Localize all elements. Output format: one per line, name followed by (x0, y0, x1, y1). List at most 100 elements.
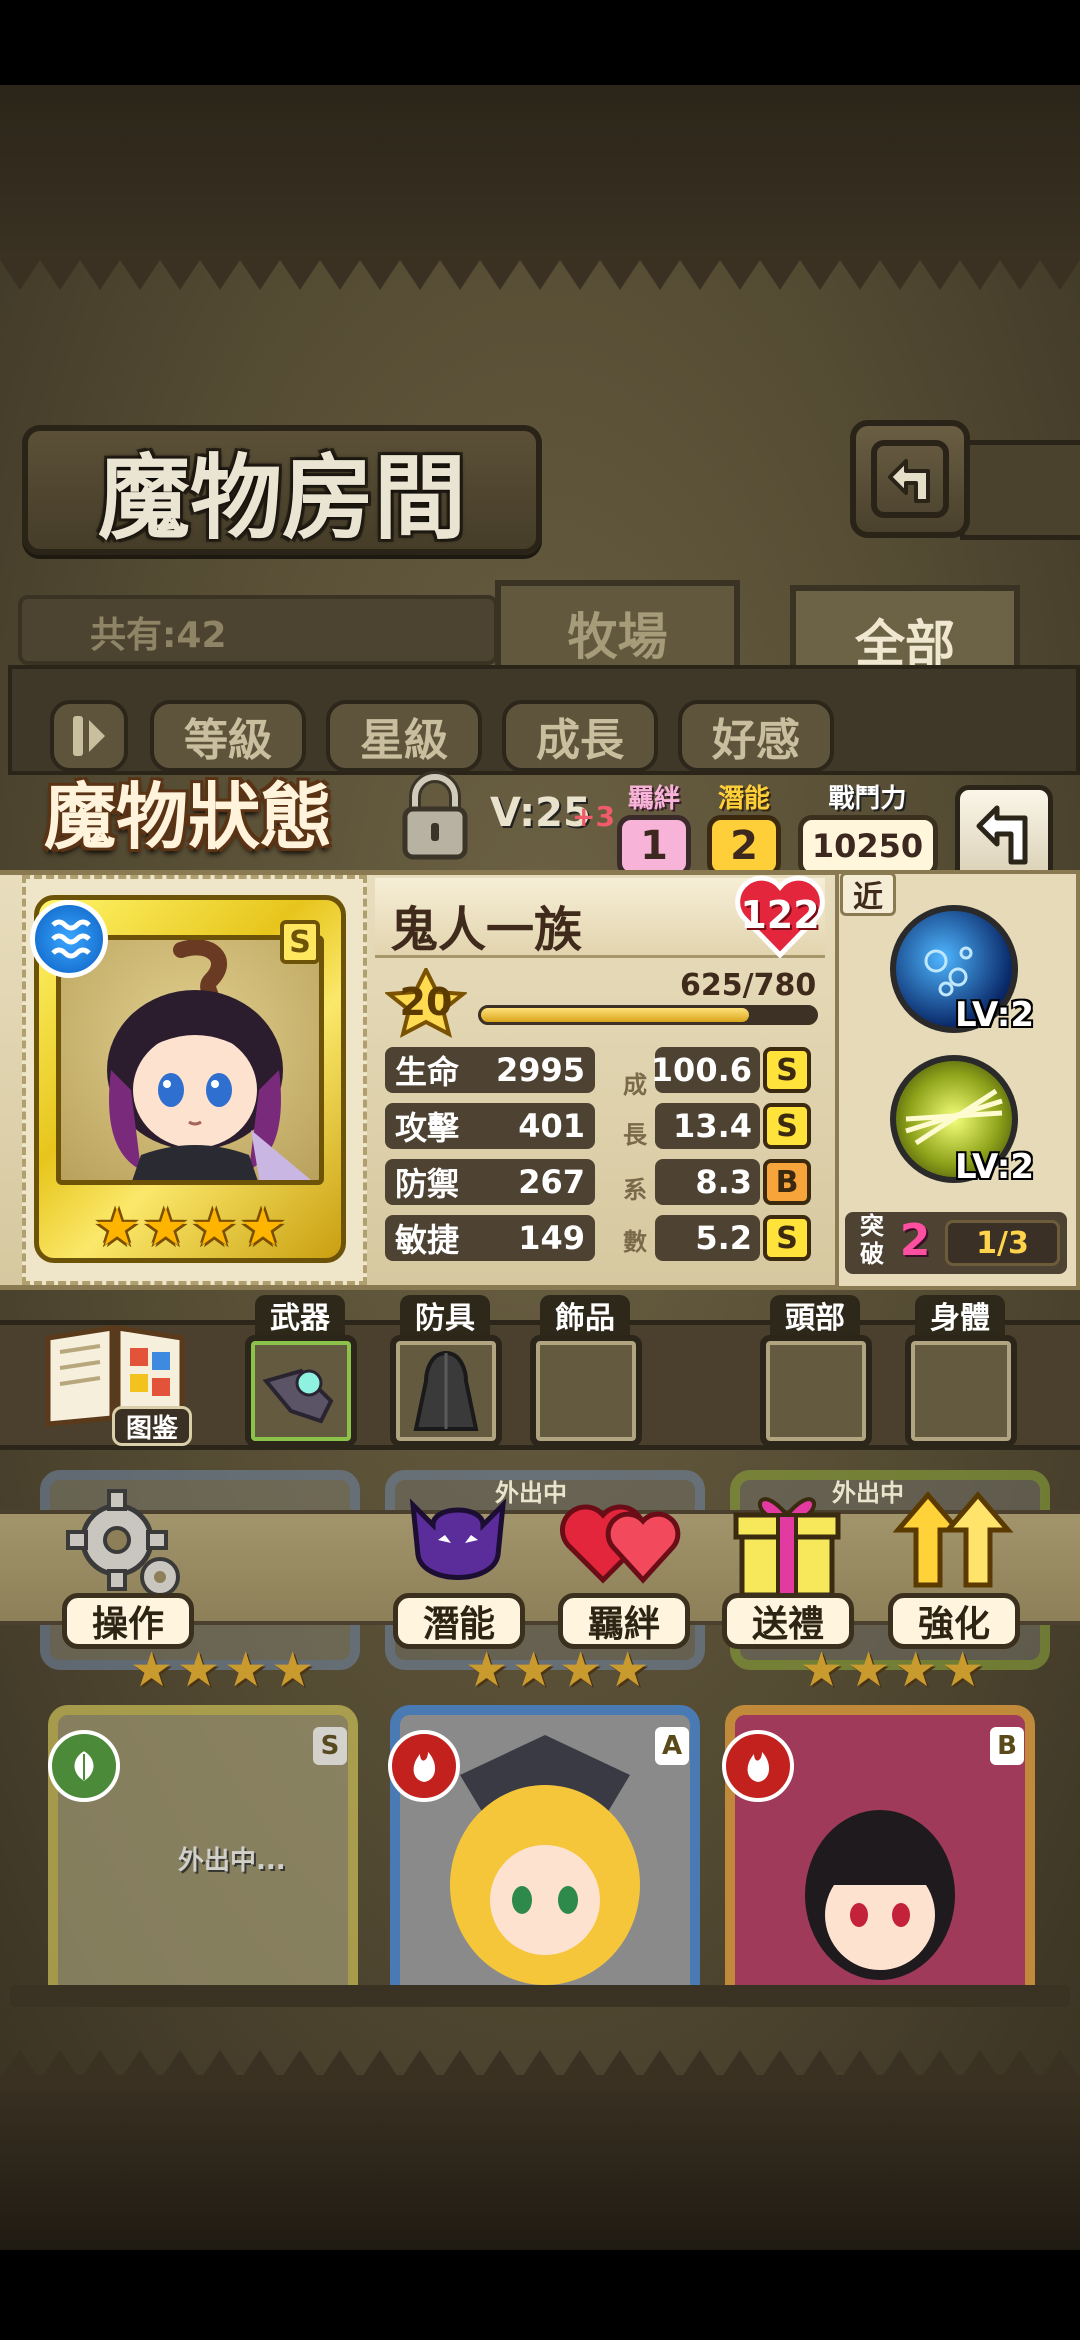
grid-bottom-rail (10, 1985, 1070, 2007)
stat-value: 267 (518, 1163, 585, 1201)
card-rank: B (990, 1727, 1024, 1765)
lock-icon[interactable] (385, 765, 485, 865)
star-icon: ★ (512, 1642, 556, 1698)
growth-label-char: 系 (623, 1176, 647, 1204)
star-icon: ★ (559, 1642, 603, 1698)
stat-row-attack: 攻擊 401 (385, 1103, 595, 1149)
card-rank: S (313, 1727, 347, 1765)
stat-label: 攻擊 (395, 1109, 460, 1147)
star-icon: ★ (847, 1642, 891, 1698)
leaf-glyph (72, 1748, 96, 1784)
action-label: 送禮 (722, 1593, 854, 1649)
equip-slot-head[interactable] (760, 1335, 872, 1447)
power-label: 戰鬥力 (828, 784, 907, 814)
upgrade-arrows-icon (892, 1491, 1014, 1588)
breakthrough-value: 2 (899, 1215, 931, 1266)
sort-order-icon (73, 716, 105, 756)
star-icon: ★ (941, 1642, 985, 1698)
action-enhance-button[interactable]: 強化 (888, 1485, 1020, 1649)
star-icon: ★ (191, 1198, 238, 1258)
flame-glyph (413, 1752, 436, 1782)
growth-grade-badge: S (763, 1047, 811, 1093)
growth-value: 8.3 (655, 1159, 760, 1205)
stat-row-agility: 敏捷 149 (385, 1215, 595, 1261)
fire-icon (722, 1730, 794, 1802)
breakthrough-progress: 1/3 (945, 1220, 1060, 1266)
skill-level: LV:2 (955, 1147, 1035, 1187)
status-title: 魔物狀態 (43, 773, 332, 859)
action-operate-button[interactable]: 操作 (62, 1485, 194, 1649)
action-gift-button[interactable]: 送禮 (722, 1485, 854, 1649)
star-icon: ★ (465, 1642, 509, 1698)
card-stars: ★ ★ ★ ★ (800, 1642, 984, 1698)
flame-glyph (747, 1752, 770, 1782)
skill-level: LV:2 (955, 995, 1035, 1035)
back-button[interactable] (850, 420, 970, 538)
cloak-icon (413, 1350, 479, 1431)
exp-text: 625/780 (680, 968, 817, 1003)
level-number: 20 (399, 980, 453, 1024)
zigzag-border-top (0, 250, 1080, 290)
growth-value: 100.6 (651, 1047, 760, 1093)
hearts-icon (559, 1504, 681, 1584)
away-status: 外出中... (178, 1846, 286, 1876)
gauntlet-icon (262, 1368, 334, 1424)
equip-slot-body[interactable] (905, 1335, 1017, 1447)
action-label: 強化 (888, 1593, 1020, 1649)
bond-value: 1 (617, 815, 691, 877)
star-icon: ★ (224, 1642, 268, 1698)
action-bond-button[interactable]: 羈絆 (558, 1485, 690, 1649)
star-icon: ★ (177, 1642, 221, 1698)
monster-level-plus: +3 (572, 800, 615, 833)
action-label: 羈絆 (558, 1593, 690, 1649)
equip-slot-armor[interactable] (390, 1335, 502, 1447)
card-stars: ★ ★ ★ ★ (465, 1642, 649, 1698)
bond-chip: 羈絆 1 (612, 778, 696, 877)
star-icon: ★ (800, 1642, 844, 1698)
star-icon: ★ (93, 1198, 141, 1258)
growth-label-char: 成 (623, 1071, 647, 1099)
equip-slot-weapon[interactable] (245, 1335, 357, 1447)
equip-slot-label: 武器 (255, 1295, 345, 1336)
zigzag-border-bottom (0, 2050, 1080, 2090)
growth-label-char: 數 (623, 1228, 647, 1256)
potential-chip: 潛能 2 (702, 778, 786, 877)
equip-slot-label: 身體 (915, 1295, 1005, 1336)
growth-value: 5.2 (655, 1215, 760, 1261)
card-rank: A (655, 1727, 689, 1765)
monster-name: 鬼人一族 (390, 902, 583, 958)
growth-grade-badge: S (763, 1103, 811, 1149)
rank-badge: S (280, 920, 320, 964)
potential-value: 2 (707, 815, 781, 877)
affection-value: 122 (740, 893, 820, 937)
equip-slot-accessory[interactable] (530, 1335, 642, 1447)
sort-by-affection-button[interactable]: 好感 (678, 700, 834, 772)
growth-label-char: 長 (623, 1121, 647, 1149)
power-chip: 戰鬥力 10250 (795, 778, 940, 877)
equip-slot-label: 飾品 (540, 1295, 630, 1336)
codex-button[interactable]: 图鉴 (40, 1318, 192, 1453)
breakthrough-label-line: 破 (860, 1240, 884, 1268)
stat-row-hp: 生命 2995 (385, 1047, 595, 1093)
stat-value: 2995 (495, 1051, 585, 1089)
gift-icon (733, 1497, 841, 1598)
back-button-bar (960, 440, 1080, 540)
stat-label: 生命 (395, 1053, 460, 1091)
gear-icon (66, 1489, 180, 1597)
status-bar-area (0, 0, 1080, 85)
footer-background (0, 2075, 1080, 2255)
card-stars: ★ ★ ★ ★ (130, 1642, 314, 1698)
header-background (0, 85, 1080, 260)
codex-label: 图鉴 (112, 1406, 192, 1446)
monster-portrait-art (107, 940, 311, 1180)
growth-value: 13.4 (655, 1103, 760, 1149)
stat-row-defense: 防禦 267 (385, 1159, 595, 1205)
sort-by-growth-button[interactable]: 成長 (502, 700, 658, 772)
action-potential-button[interactable]: 潛能 (393, 1485, 525, 1649)
growth-grade-badge: S (763, 1215, 811, 1261)
growth-grade-badge: B (763, 1159, 811, 1205)
breakthrough-label-line: 突 (860, 1212, 884, 1240)
attack-range-label: 近 (840, 872, 896, 916)
dark-spirit-icon (409, 1498, 507, 1580)
back-arrow-icon (871, 440, 949, 518)
